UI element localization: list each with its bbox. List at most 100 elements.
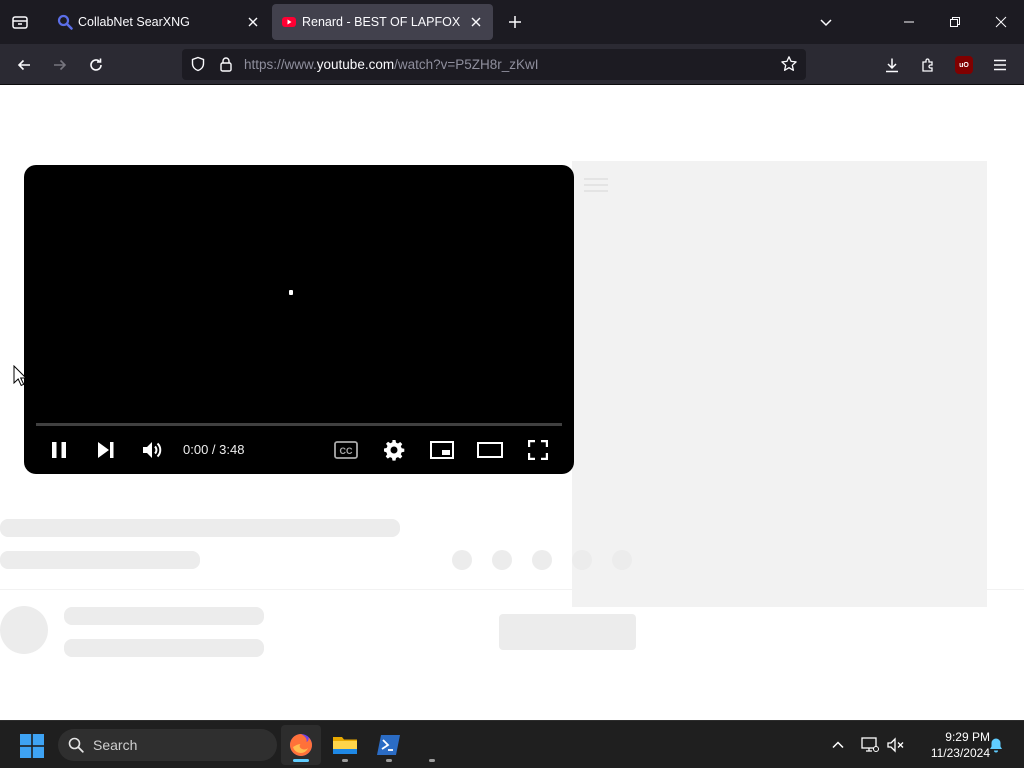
plus-icon bbox=[509, 16, 521, 28]
close-tab-icon[interactable] bbox=[246, 15, 260, 29]
close-tab-icon[interactable] bbox=[469, 15, 483, 29]
running-app-indicator bbox=[429, 759, 435, 762]
list-all-tabs-button[interactable] bbox=[814, 10, 838, 34]
url-prefix: https://www. bbox=[244, 57, 317, 72]
search-label: Search bbox=[93, 737, 138, 753]
tab-title: CollabNet SearXNG bbox=[78, 15, 190, 29]
windows-taskbar: Search 9:29 PM 11/23/2024 bbox=[0, 720, 1024, 768]
captions-button[interactable]: CC bbox=[331, 435, 361, 465]
sidebar-placeholder bbox=[572, 161, 987, 607]
hamburger-menu-icon bbox=[994, 59, 1006, 71]
close-window-button[interactable] bbox=[987, 8, 1015, 36]
youtube-icon bbox=[281, 14, 297, 30]
search-magnifier-icon bbox=[57, 14, 73, 30]
speaker-muted-icon bbox=[887, 737, 904, 753]
progress-bar[interactable] bbox=[36, 423, 562, 426]
network-icon bbox=[861, 737, 879, 752]
app-menu-button[interactable] bbox=[987, 52, 1013, 78]
network-status-button[interactable] bbox=[858, 733, 882, 757]
clock-time: 9:29 PM bbox=[945, 730, 990, 744]
volume-button[interactable] bbox=[138, 435, 168, 465]
firefox-icon bbox=[290, 734, 312, 756]
reload-icon bbox=[90, 58, 102, 71]
taskbar-file-explorer[interactable] bbox=[325, 725, 365, 765]
url-host: youtube.com bbox=[316, 57, 395, 72]
skip-next-icon bbox=[98, 442, 114, 458]
notifications-button[interactable] bbox=[984, 733, 1008, 757]
miniplayer-icon bbox=[430, 441, 454, 459]
restore-icon bbox=[950, 17, 960, 27]
powershell-icon bbox=[377, 735, 400, 755]
active-app-indicator bbox=[293, 759, 309, 762]
ublock-origin-icon[interactable]: uO bbox=[955, 56, 973, 74]
back-arrow-icon bbox=[17, 59, 30, 71]
mouse-cursor-icon bbox=[13, 365, 27, 387]
address-bar[interactable]: https://www.youtube.com/watch?v=P5ZH8r_z… bbox=[182, 49, 806, 80]
volume-icon bbox=[143, 442, 162, 458]
theater-mode-icon bbox=[477, 442, 503, 458]
gear-icon bbox=[384, 440, 405, 461]
navigation-toolbar: https://www.youtube.com/watch?v=P5ZH8r_z… bbox=[0, 44, 1024, 85]
time-display: 0:00 / 3:48 bbox=[183, 442, 245, 457]
lock-icon[interactable] bbox=[218, 56, 234, 72]
theater-mode-button[interactable] bbox=[475, 435, 505, 465]
chevron-down-icon bbox=[820, 19, 832, 27]
tab-collabnet-searxng[interactable]: CollabNet SearXNG bbox=[48, 4, 270, 40]
tab-renard-youtube[interactable]: Renard - BEST OF LAPFOX VOL bbox=[272, 4, 493, 40]
browser-tab-strip: CollabNet SearXNG Renard - BEST OF LAPFO… bbox=[0, 0, 1024, 44]
pause-button[interactable] bbox=[44, 435, 74, 465]
channel-name-placeholder bbox=[64, 607, 264, 625]
url-text[interactable]: https://www.youtube.com/watch?v=P5ZH8r_z… bbox=[244, 57, 539, 72]
volume-muted-button[interactable] bbox=[884, 733, 908, 757]
pause-icon bbox=[52, 442, 66, 458]
divider bbox=[0, 589, 1024, 590]
tracking-protection-shield-icon[interactable] bbox=[190, 56, 206, 72]
action-placeholder bbox=[612, 550, 632, 570]
close-icon bbox=[995, 16, 1007, 28]
clock-date: 11/23/2024 bbox=[930, 746, 990, 760]
taskbar-search-box[interactable]: Search bbox=[58, 729, 277, 761]
forward-button[interactable] bbox=[47, 52, 73, 78]
chevron-up-icon bbox=[832, 741, 844, 749]
minimize-button[interactable] bbox=[895, 8, 923, 36]
closed-captions-icon: CC bbox=[334, 441, 358, 459]
forward-arrow-icon bbox=[54, 59, 67, 71]
title-placeholder bbox=[0, 519, 400, 537]
next-button[interactable] bbox=[91, 435, 121, 465]
bookmark-star-icon[interactable] bbox=[780, 55, 798, 73]
action-placeholder bbox=[452, 550, 472, 570]
bell-icon bbox=[990, 738, 1002, 753]
video-player[interactable]: 0:00 / 3:48 CC bbox=[24, 165, 574, 474]
tab-title: Renard - BEST OF LAPFOX VOL bbox=[302, 15, 462, 29]
taskbar-clock[interactable]: 9:29 PM 11/23/2024 bbox=[910, 729, 990, 761]
extensions-button[interactable] bbox=[915, 52, 941, 78]
back-button[interactable] bbox=[11, 52, 37, 78]
loading-spinner bbox=[289, 290, 293, 295]
taskbar-firefox[interactable] bbox=[281, 725, 321, 765]
subscribe-button-placeholder bbox=[499, 614, 636, 650]
running-app-indicator bbox=[342, 759, 348, 762]
miniplayer-button[interactable] bbox=[427, 435, 457, 465]
channel-info-placeholder bbox=[64, 639, 264, 657]
folder-icon bbox=[333, 737, 357, 754]
subtitle-placeholder bbox=[0, 551, 200, 569]
settings-button[interactable] bbox=[379, 435, 409, 465]
puzzle-piece-icon bbox=[922, 58, 933, 72]
taskbar-powershell[interactable] bbox=[369, 725, 409, 765]
reload-button[interactable] bbox=[83, 52, 109, 78]
show-hidden-icons-button[interactable] bbox=[826, 733, 850, 757]
new-tab-button[interactable] bbox=[503, 10, 527, 34]
fullscreen-button[interactable] bbox=[523, 435, 553, 465]
url-path: /watch?v=P5ZH8r_zKwI bbox=[394, 57, 539, 72]
svg-text:CC: CC bbox=[340, 446, 353, 456]
youtube-watch-page: 0:00 / 3:48 CC bbox=[0, 85, 1024, 720]
fullscreen-icon bbox=[528, 440, 548, 460]
channel-avatar-placeholder bbox=[0, 606, 48, 654]
restore-button[interactable] bbox=[941, 8, 969, 36]
download-icon bbox=[886, 58, 898, 73]
downloads-button[interactable] bbox=[879, 52, 905, 78]
tab-list-button[interactable] bbox=[8, 10, 32, 34]
tab-list-icon bbox=[12, 16, 28, 29]
action-placeholder bbox=[532, 550, 552, 570]
start-button[interactable] bbox=[20, 734, 44, 758]
